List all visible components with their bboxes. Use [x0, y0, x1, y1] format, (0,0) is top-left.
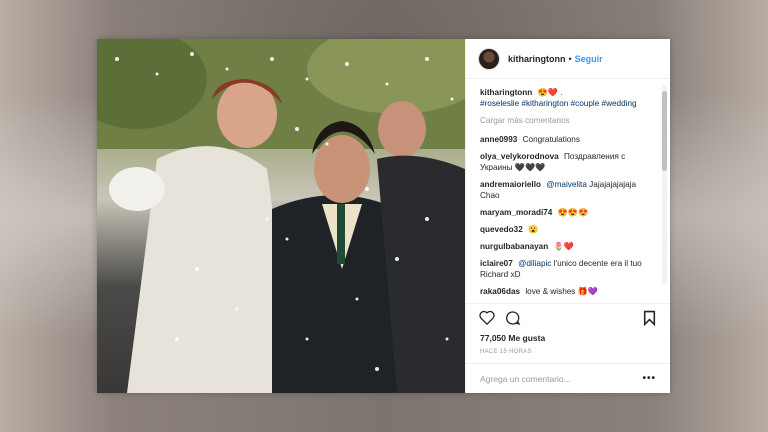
- post-header: kitharingtonn • Seguir: [466, 39, 670, 79]
- load-more-comments-link[interactable]: Cargar más comentarios: [480, 115, 656, 126]
- comment-icon[interactable]: [504, 309, 522, 327]
- instagram-post: kitharingtonn • Seguir kitharingtonn 😍❤️…: [97, 39, 670, 393]
- comment-text: 😮: [528, 225, 539, 234]
- action-bar: [466, 303, 670, 331]
- comments-list: kitharingtonn 😍❤️ . #roseleslie #kithari…: [466, 79, 670, 303]
- comment-item: iclaire07 @diliapic l'unico decente era …: [480, 258, 656, 280]
- avatar[interactable]: [478, 47, 500, 70]
- comment-username[interactable]: anne0993: [480, 135, 517, 144]
- comment-username[interactable]: nurgulbabanayan: [480, 242, 548, 251]
- comment-item: maryam_moradi74 😍😍😍: [480, 207, 656, 218]
- caption-text: 😍❤️ .: [537, 88, 563, 97]
- heart-icon[interactable]: [478, 309, 496, 327]
- comment-username[interactable]: quevedo32: [480, 225, 523, 234]
- comment-item: andremaioriello @maivelita Jajajajajajaj…: [480, 179, 656, 201]
- comment-username[interactable]: maryam_moradi74: [480, 208, 552, 217]
- caption-hashtags[interactable]: #roseleslie #kitharington #couple #weddi…: [480, 99, 637, 108]
- post-timestamp: HACE 15 HORAS: [480, 349, 532, 355]
- caption: kitharingtonn 😍❤️ . #roseleslie #kithari…: [480, 87, 656, 109]
- comment-username[interactable]: iclaire07: [480, 259, 513, 268]
- comment-username[interactable]: andremaioriello: [480, 180, 541, 189]
- follow-button[interactable]: Seguir: [575, 54, 603, 64]
- bookmark-icon[interactable]: [640, 309, 658, 327]
- separator-dot: •: [568, 53, 572, 64]
- comment-username[interactable]: raka06das: [480, 287, 520, 296]
- comment-input[interactable]: Agrega un comentario...: [480, 374, 642, 384]
- post-photo[interactable]: [97, 39, 465, 393]
- comment-mention[interactable]: @diliapic: [518, 259, 551, 268]
- comment-text: 🌷❤️: [553, 242, 574, 251]
- comment-text: love & wishes 🎁💜: [525, 287, 599, 296]
- comment-item: olya_velykorodnova Поздравления с Украин…: [480, 151, 656, 173]
- comment-item: nurgulbabanayan 🌷❤️: [480, 241, 656, 252]
- comment-item: anne0993 Congratulations: [480, 134, 656, 145]
- add-comment-bar: Agrega un comentario... •••: [466, 363, 670, 393]
- comment-mention[interactable]: @maivelita: [546, 180, 587, 189]
- caption-username[interactable]: kitharingtonn: [480, 88, 532, 97]
- wedding-photo-illustration: [97, 39, 465, 393]
- comment-username[interactable]: olya_velykorodnova: [480, 152, 559, 161]
- post-sidebar: kitharingtonn • Seguir kitharingtonn 😍❤️…: [465, 39, 670, 393]
- comment-text: Congratulations: [522, 135, 580, 144]
- comment-item: raka06das love & wishes 🎁💜: [480, 286, 656, 297]
- more-options-icon[interactable]: •••: [642, 373, 656, 384]
- comment-item: quevedo32 😮: [480, 224, 656, 235]
- likes-count[interactable]: 77,050 Me gusta: [466, 331, 670, 345]
- scrollbar-thumb[interactable]: [662, 91, 667, 171]
- header-username[interactable]: kitharingtonn: [508, 54, 566, 64]
- comment-text: 😍😍😍: [557, 208, 589, 217]
